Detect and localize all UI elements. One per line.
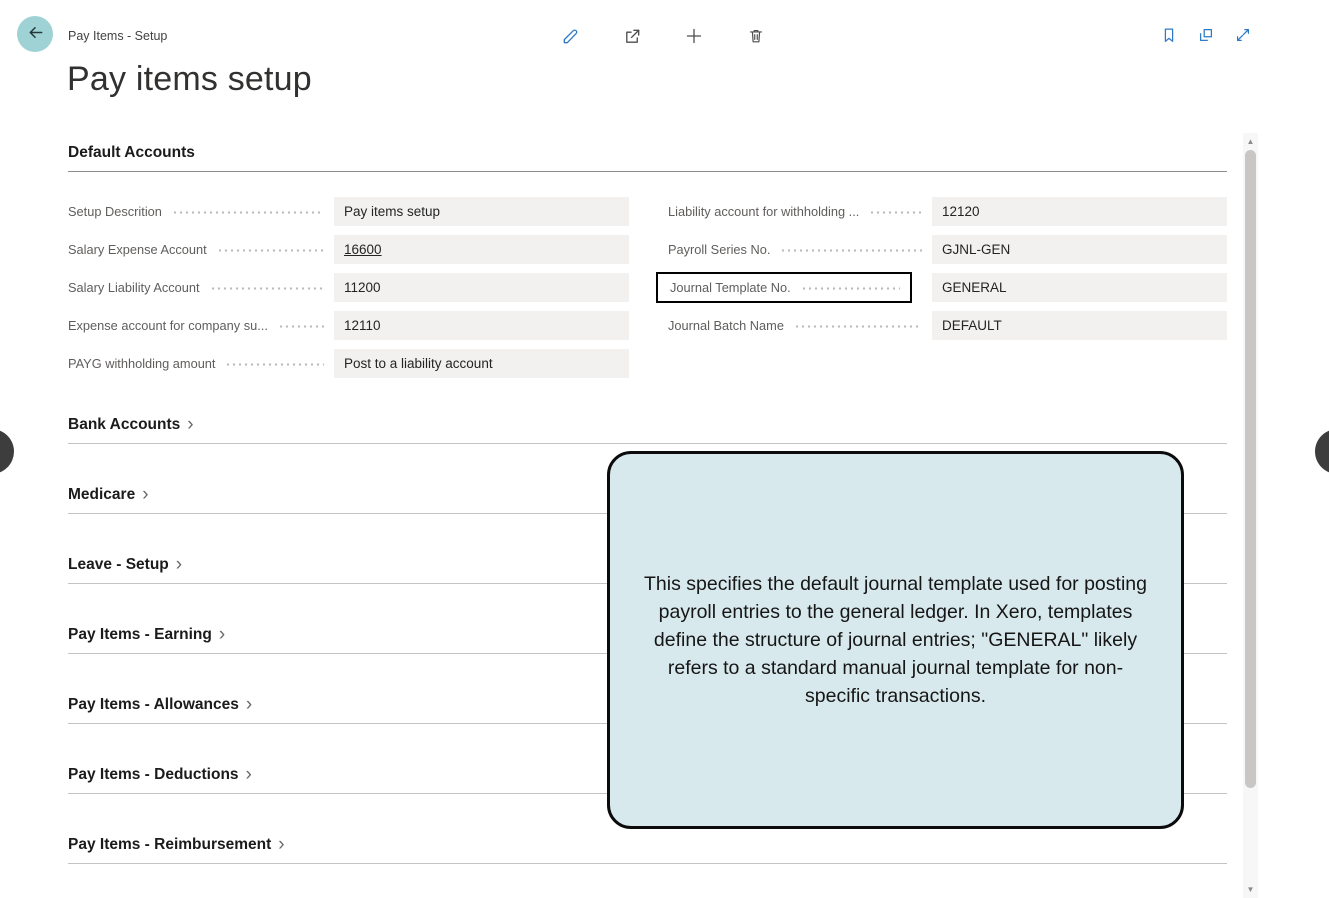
dotted-leader bbox=[869, 211, 922, 214]
dotted-leader bbox=[780, 249, 922, 252]
vertical-scrollbar[interactable]: ▲ ▼ bbox=[1243, 133, 1258, 898]
dotted-leader bbox=[794, 325, 922, 328]
field-payg-withholding-amount: PAYG withholding amount Post to a liabil… bbox=[68, 344, 629, 382]
field-setup-description: Setup Descrition Pay items setup bbox=[68, 192, 629, 230]
previous-record-button[interactable]: ‹ bbox=[0, 429, 14, 474]
section-title: Default Accounts bbox=[68, 144, 195, 161]
page-title: Pay items setup bbox=[67, 60, 312, 99]
field-label-area: Journal Batch Name bbox=[668, 310, 932, 341]
chevron-right-icon: › bbox=[246, 768, 252, 782]
field-payroll-series-no: Payroll Series No. GJNL-GEN bbox=[668, 230, 1227, 268]
next-record-button[interactable]: › bbox=[1315, 429, 1329, 474]
chevron-right-icon: › bbox=[246, 698, 252, 712]
pencil-icon bbox=[561, 27, 580, 46]
bookmark-button[interactable] bbox=[1157, 23, 1181, 47]
field-label: Journal Batch Name bbox=[668, 318, 784, 333]
field-label-area: Salary Expense Account bbox=[68, 234, 334, 265]
chevron-right-icon: › bbox=[176, 558, 182, 572]
field-value[interactable]: DEFAULT bbox=[932, 311, 1227, 340]
field-label-area: Payroll Series No. bbox=[668, 234, 932, 265]
field-label-area: Salary Liability Account bbox=[68, 272, 334, 303]
field-value[interactable]: 12120 bbox=[932, 197, 1227, 226]
field-label: Salary Liability Account bbox=[68, 280, 200, 295]
expand-icon bbox=[1234, 26, 1252, 44]
scroll-down-icon[interactable]: ▼ bbox=[1243, 885, 1258, 894]
default-accounts-fields: Setup Descrition Pay items setup Salary … bbox=[68, 192, 1227, 382]
field-salary-expense-account: Salary Expense Account 16600 bbox=[68, 230, 629, 268]
popout-icon bbox=[1197, 26, 1215, 44]
chevron-right-icon: › bbox=[278, 838, 284, 852]
scroll-up-icon[interactable]: ▲ bbox=[1243, 137, 1258, 146]
bookmark-icon bbox=[1160, 26, 1178, 44]
trash-icon bbox=[747, 27, 765, 45]
section-title: Pay Items - Allowances bbox=[68, 696, 239, 714]
dotted-leader bbox=[172, 211, 324, 214]
field-label-area: Setup Descrition bbox=[68, 196, 334, 227]
section-header-default-accounts[interactable]: Default Accounts bbox=[68, 135, 1227, 172]
section-title: Pay Items - Deductions bbox=[68, 766, 239, 784]
chevron-right-icon: › bbox=[187, 418, 193, 432]
chevron-right-icon: › bbox=[142, 488, 148, 502]
expand-button[interactable] bbox=[1231, 23, 1255, 47]
dotted-leader bbox=[801, 287, 900, 290]
field-value-link[interactable]: 16600 bbox=[334, 235, 629, 264]
field-label: Setup Descrition bbox=[68, 204, 162, 219]
field-value[interactable]: 12110 bbox=[334, 311, 629, 340]
delete-button[interactable] bbox=[744, 24, 768, 48]
app-window: Pay Items - Setup bbox=[0, 0, 1329, 898]
field-label: Journal Template No. bbox=[670, 280, 791, 295]
field-liability-account-withholding: Liability account for withholding ... 12… bbox=[668, 192, 1227, 230]
breadcrumb[interactable]: Pay Items - Setup bbox=[68, 29, 167, 43]
field-label: Liability account for withholding ... bbox=[668, 204, 859, 219]
open-in-new-window-button[interactable] bbox=[1194, 23, 1218, 47]
section-title: Bank Accounts bbox=[68, 416, 180, 434]
dotted-leader bbox=[225, 363, 324, 366]
field-label: Salary Expense Account bbox=[68, 242, 207, 257]
field-expense-account-company-super: Expense account for company su... 12110 bbox=[68, 306, 629, 344]
field-journal-batch-name: Journal Batch Name DEFAULT bbox=[668, 306, 1227, 344]
new-button[interactable] bbox=[682, 24, 706, 48]
field-value[interactable]: GJNL-GEN bbox=[932, 235, 1227, 264]
scrollbar-thumb[interactable] bbox=[1245, 150, 1256, 788]
field-value[interactable]: Post to a liability account bbox=[334, 349, 629, 378]
field-label: Expense account for company su... bbox=[68, 318, 268, 333]
share-icon bbox=[623, 27, 642, 46]
field-value[interactable]: GENERAL bbox=[932, 273, 1227, 302]
fields-right-column: Liability account for withholding ... 12… bbox=[668, 192, 1227, 382]
plus-icon bbox=[684, 26, 704, 46]
field-journal-template-no: Journal Template No. GENERAL bbox=[668, 268, 1227, 306]
section-title: Leave - Setup bbox=[68, 556, 169, 574]
dotted-leader bbox=[217, 249, 324, 252]
dotted-leader bbox=[278, 325, 324, 328]
share-button[interactable] bbox=[620, 24, 644, 48]
field-value[interactable]: Pay items setup bbox=[334, 197, 629, 226]
section-title: Pay Items - Reimbursement bbox=[68, 836, 271, 854]
section-title: Pay Items - Earning bbox=[68, 626, 212, 644]
field-label-area: Liability account for withholding ... bbox=[668, 196, 932, 227]
field-label: PAYG withholding amount bbox=[68, 356, 215, 371]
arrow-left-icon bbox=[26, 23, 45, 45]
chevron-right-icon: › bbox=[219, 628, 225, 642]
field-label-area: PAYG withholding amount bbox=[68, 348, 334, 379]
tooltip-callout: This specifies the default journal templ… bbox=[607, 451, 1184, 829]
fields-left-column: Setup Descrition Pay items setup Salary … bbox=[68, 192, 629, 382]
field-value[interactable]: 11200 bbox=[334, 273, 629, 302]
section-header-bank-accounts[interactable]: Bank Accounts › bbox=[68, 416, 1227, 444]
field-label-area-highlighted: Journal Template No. bbox=[656, 272, 912, 303]
section-header-pay-items-reimbursement[interactable]: Pay Items - Reimbursement › bbox=[68, 836, 1227, 864]
edit-button[interactable] bbox=[558, 24, 582, 48]
toolbar bbox=[558, 24, 768, 48]
field-salary-liability-account: Salary Liability Account 11200 bbox=[68, 268, 629, 306]
topbar-right bbox=[1157, 23, 1255, 47]
tooltip-text: This specifies the default journal templ… bbox=[636, 570, 1155, 710]
field-label: Payroll Series No. bbox=[668, 242, 770, 257]
back-button[interactable] bbox=[17, 16, 53, 52]
dotted-leader bbox=[210, 287, 324, 290]
section-title: Medicare bbox=[68, 486, 135, 504]
field-label-area: Expense account for company su... bbox=[68, 310, 334, 341]
